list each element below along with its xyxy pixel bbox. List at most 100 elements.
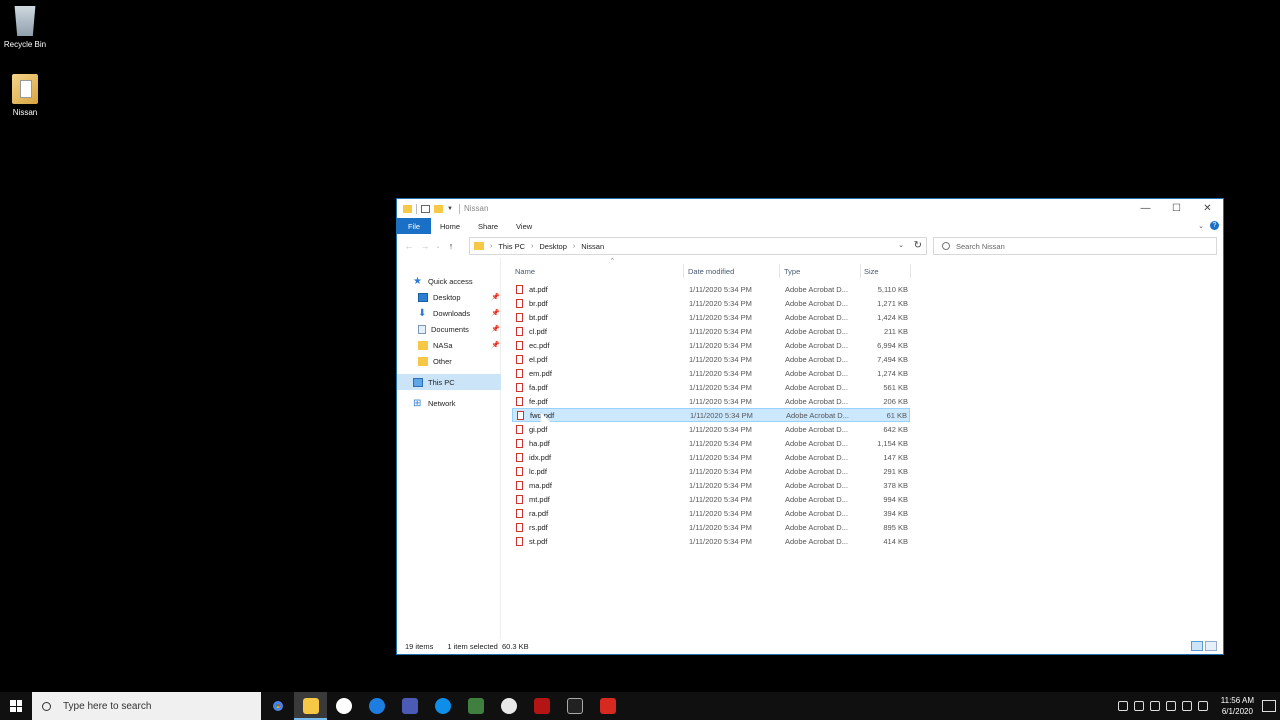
file-row[interactable]: cl.pdf 1/11/2020 5:34 PM Adobe Acrobat D..… [512,324,910,338]
column-divider[interactable] [860,264,861,278]
taskbar-app-terminal[interactable] [558,692,591,720]
notification-center-icon[interactable] [1262,700,1276,712]
wifi-icon[interactable] [1165,701,1176,711]
sort-ascending-icon: ^ [611,258,614,264]
file-name: fa.pdf [529,382,548,392]
close-button[interactable]: ✕ [1192,199,1223,218]
clock[interactable]: 11:56 AM 6/1/2020 [1221,695,1254,717]
desktop-icon-nissan[interactable]: Nissan [0,74,50,117]
quick-access-toolbar-chevron-icon[interactable]: ▼ [447,206,453,212]
pin-icon: 📌 [491,294,500,301]
column-divider[interactable] [910,264,911,278]
file-row[interactable]: idx.pdf 1/11/2020 5:34 PM Adobe Acrobat D.… [512,450,910,464]
file-date-modified: 1/11/2020 5:34 PM [689,508,752,518]
file-row[interactable]: ha.pdf 1/11/2020 5:34 PM Adobe Acrobat D..… [512,436,910,450]
breadcrumb-nissan[interactable]: Nissan [581,242,604,251]
refresh-icon[interactable]: ↻ [914,240,922,251]
taskbar-app-acrobat[interactable] [591,692,624,720]
recent-locations-chevron-icon[interactable]: ⌄ [433,243,443,250]
file-row[interactable]: bt.pdf 1/11/2020 5:34 PM Adobe Acrobat D..… [512,310,910,324]
nav-item-network[interactable]: ⊞ Network [413,395,456,411]
file-row[interactable]: br.pdf 1/11/2020 5:34 PM Adobe Acrobat D..… [512,296,910,310]
tab-view[interactable]: View [507,218,541,234]
file-row[interactable]: ec.pdf 1/11/2020 5:34 PM Adobe Acrobat D..… [512,338,910,352]
address-bar[interactable]: › This PC › Desktop › Nissan ⌄ ↻ [469,237,927,255]
file-row[interactable]: st.pdf 1/11/2020 5:34 PM Adobe Acrobat D..… [512,534,910,548]
file-row[interactable]: fe.pdf 1/11/2020 5:34 PM Adobe Acrobat D..… [512,394,910,408]
details-view-button[interactable] [1191,641,1203,651]
volume-icon[interactable] [1181,701,1192,711]
file-name: ec.pdf [529,340,550,350]
title-bar[interactable]: ▼ Nissan — ☐ ✕ [397,199,1223,218]
column-header-date-modified[interactable]: Date modified [688,264,778,278]
file-size: 206 KB [883,396,908,406]
breadcrumb-separator-icon[interactable]: › [573,243,575,250]
file-date-modified: 1/11/2020 5:34 PM [689,284,752,294]
file-type: Adobe Acrobat D... [785,424,848,434]
expand-ribbon-chevron-icon[interactable]: ⌄ [1198,222,1204,230]
projector-icon[interactable] [1133,701,1144,711]
tab-share[interactable]: Share [469,218,507,234]
file-row[interactable]: fwd.pdf 1/11/2020 5:34 PM Adobe Acrobat D.… [512,408,910,422]
file-row[interactable]: ma.pdf 1/11/2020 5:34 PM Adobe Acrobat D..… [512,478,910,492]
taskbar-app-teamviewer[interactable] [426,692,459,720]
taskbar-app-slack[interactable] [327,692,360,720]
desktop-icon-recycle-bin[interactable]: Recycle Bin [0,6,50,49]
search-input[interactable]: Search Nissan [933,237,1217,255]
breadcrumb-this-pc[interactable]: This PC [498,242,525,251]
nav-item-other[interactable]: Other [418,353,452,369]
column-divider[interactable] [683,264,684,278]
breadcrumb-separator-icon[interactable]: › [531,243,533,250]
taskbar-search-input[interactable]: Type here to search [32,692,261,720]
start-button[interactable] [0,692,32,720]
nav-item-label: Network [428,398,456,408]
nav-item-this-pc[interactable]: This PC [397,374,501,390]
file-row[interactable]: rs.pdf 1/11/2020 5:34 PM Adobe Acrobat D..… [512,520,910,534]
file-row[interactable]: mt.pdf 1/11/2020 5:34 PM Adobe Acrobat D..… [512,492,910,506]
nav-item-desktop[interactable]: Desktop 📌 [418,289,501,305]
taskbar-app-visual-studio[interactable] [393,692,426,720]
pdf-file-icon [516,452,523,462]
keyboard-icon[interactable] [1197,701,1208,711]
file-row[interactable]: gi.pdf 1/11/2020 5:34 PM Adobe Acrobat D..… [512,422,910,436]
help-icon[interactable]: ? [1210,221,1219,230]
large-icons-view-button[interactable] [1205,641,1217,651]
file-row[interactable]: el.pdf 1/11/2020 5:34 PM Adobe Acrobat D..… [512,352,910,366]
file-row[interactable]: lc.pdf 1/11/2020 5:34 PM Adobe Acrobat D..… [512,464,910,478]
file-row[interactable]: at.pdf 1/11/2020 5:34 PM Adobe Acrobat D..… [512,282,910,296]
taskbar-app-app-blue[interactable] [360,692,393,720]
taskbar-app-filezilla[interactable] [525,692,558,720]
tab-file[interactable]: File [397,218,431,234]
nav-item-quick-access[interactable]: ★ Quick access [413,273,473,289]
up-arrow-icon[interactable]: ↑ [443,241,459,251]
new-folder-icon[interactable] [434,204,443,213]
properties-icon[interactable] [421,204,430,213]
taskbar-app-steam[interactable] [492,692,525,720]
nav-item-nasa[interactable]: NASa 📌 [418,337,501,353]
breadcrumb-separator-icon[interactable]: › [490,243,492,250]
network-status-icon[interactable] [1117,701,1128,711]
file-row[interactable]: em.pdf 1/11/2020 5:34 PM Adobe Acrobat D..… [512,366,910,380]
nav-item-documents[interactable]: Documents 📌 [418,321,501,337]
file-row[interactable]: fa.pdf 1/11/2020 5:34 PM Adobe Acrobat D..… [512,380,910,394]
column-header-name[interactable]: Name ^ [515,258,685,278]
column-header-type[interactable]: Type [784,264,860,278]
forward-arrow-icon[interactable]: → [417,241,433,251]
nav-item-downloads[interactable]: ⬇ Downloads 📌 [418,305,501,321]
minimize-button[interactable]: — [1130,199,1161,218]
tab-home[interactable]: Home [431,218,469,234]
column-divider[interactable] [779,264,780,278]
maximize-button[interactable]: ☐ [1161,199,1192,218]
breadcrumb-desktop[interactable]: Desktop [539,242,567,251]
taskbar-app-chrome[interactable] [261,692,294,720]
back-arrow-icon[interactable]: ← [401,241,417,251]
usb-icon[interactable] [1149,701,1160,711]
taskbar-app-app-green[interactable] [459,692,492,720]
file-name: gi.pdf [529,424,548,434]
taskbar-app-file-explorer[interactable] [294,692,327,720]
pdf-file-icon [516,438,523,448]
file-row[interactable]: ra.pdf 1/11/2020 5:34 PM Adobe Acrobat D..… [512,506,910,520]
file-name: ra.pdf [529,508,549,518]
address-dropdown-chevron-icon[interactable]: ⌄ [898,241,904,249]
column-header-size[interactable]: Size [864,264,910,278]
